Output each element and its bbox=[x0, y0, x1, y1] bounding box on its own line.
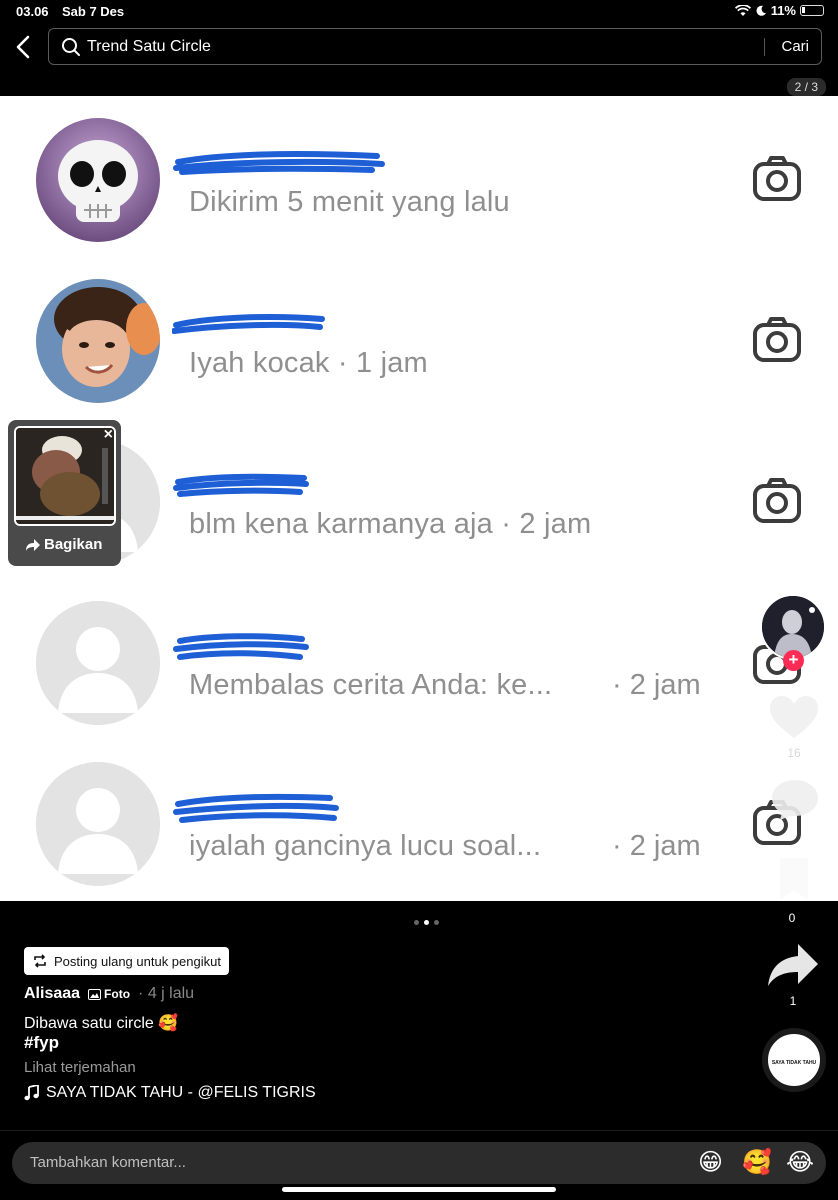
default-avatar bbox=[36, 601, 160, 725]
message-time: · 2 jam bbox=[612, 830, 701, 862]
search-divider bbox=[764, 38, 765, 56]
person-photo-avatar bbox=[36, 279, 160, 403]
music-title: SAYA TIDAK TAHU - @FELIS TIGRIS bbox=[46, 1084, 316, 1101]
username-scribble bbox=[173, 793, 339, 823]
share-label: Bagikan bbox=[44, 536, 103, 553]
bookmark-count: 0 bbox=[788, 911, 796, 925]
music-note-icon bbox=[24, 1085, 39, 1101]
video-thumbnail[interactable] bbox=[14, 426, 116, 526]
username-scribble bbox=[173, 151, 385, 175]
battery-percent: 11% bbox=[770, 3, 796, 18]
search-input[interactable]: Trend Satu Circle bbox=[87, 38, 211, 56]
message-row: iyalah gancinya lucu soal... · 2 jam bbox=[0, 740, 838, 901]
hashtag-link[interactable]: #fyp bbox=[24, 1033, 59, 1053]
status-indicators: 11% bbox=[734, 3, 824, 18]
carousel-dot-active bbox=[424, 920, 429, 925]
username-scribble bbox=[173, 473, 309, 497]
share-button[interactable]: Bagikan bbox=[26, 536, 102, 553]
photo-page-counter: 2 / 3 bbox=[786, 78, 826, 96]
post-photo[interactable]: Dikirim 5 menit yang lalu Iyah kocak · 1… bbox=[0, 96, 838, 901]
message-row: Dikirim 5 menit yang lalu bbox=[0, 96, 838, 257]
bookmark-icon[interactable] bbox=[776, 856, 812, 902]
message-row: Iyah kocak · 1 jam bbox=[0, 257, 838, 418]
repost-icon bbox=[34, 954, 46, 968]
camera-icon bbox=[753, 478, 801, 523]
username-scribble bbox=[172, 314, 325, 334]
author-row: Alisaaa Foto · 4 j lalu bbox=[24, 985, 194, 1003]
camera-icon bbox=[753, 156, 801, 201]
message-preview: iyalah gancinya lucu soal... bbox=[189, 830, 542, 862]
search-icon bbox=[62, 38, 80, 56]
photo-badge-label: Foto bbox=[104, 987, 131, 1001]
default-avatar bbox=[36, 762, 160, 886]
username-scribble bbox=[173, 633, 309, 660]
status-time: 03.06 bbox=[16, 4, 49, 19]
message-time: · 2 jam bbox=[612, 669, 701, 701]
message-row: blm kena karmanya aja · 2 jam bbox=[0, 418, 838, 579]
home-indicator bbox=[282, 1187, 556, 1192]
comment-bar[interactable]: Tambahkan komentar... 😁 🥰 😂 bbox=[12, 1142, 826, 1184]
smiling-hearts-emoji-button[interactable]: 🥰 bbox=[742, 1148, 772, 1177]
status-date: Sab 7 Des bbox=[62, 4, 125, 19]
heart-icon[interactable] bbox=[768, 694, 820, 740]
music-info[interactable]: SAYA TIDAK TAHU - @FELIS TIGRIS bbox=[24, 1084, 316, 1102]
post-caption: Dibawa satu circle 🥰 bbox=[24, 1015, 179, 1032]
back-icon[interactable] bbox=[12, 34, 36, 60]
message-preview: Iyah kocak · 1 jam bbox=[189, 347, 428, 379]
moon-icon bbox=[756, 5, 766, 16]
carousel-dot bbox=[434, 920, 439, 925]
music-disc[interactable]: SAYA TIDAK TAHU bbox=[762, 1028, 826, 1092]
comment-icon[interactable] bbox=[770, 776, 820, 820]
see-translation-link[interactable]: Lihat terjemahan bbox=[24, 1059, 136, 1076]
follow-plus-icon[interactable]: + bbox=[783, 650, 804, 671]
message-preview: Membalas cerita Anda: ke... bbox=[189, 669, 553, 701]
search-button[interactable]: Cari bbox=[781, 38, 809, 55]
like-count: 16 bbox=[787, 746, 801, 760]
share-arrow-icon bbox=[26, 538, 40, 551]
divider bbox=[0, 1130, 838, 1131]
message-preview: blm kena karmanya aja · 2 jam bbox=[189, 508, 592, 540]
battery-icon bbox=[800, 5, 824, 16]
share-popup[interactable]: × Bagikan bbox=[8, 420, 121, 566]
photo-badge: Foto bbox=[88, 987, 130, 1001]
image-icon bbox=[88, 988, 102, 1000]
carousel-dots bbox=[414, 920, 439, 925]
post-time: · 4 j lalu bbox=[138, 985, 195, 1002]
carousel-dot bbox=[414, 920, 419, 925]
search-bar[interactable]: Trend Satu Circle Cari bbox=[48, 28, 822, 65]
share-icon[interactable] bbox=[766, 942, 820, 988]
music-disc-label: SAYA TIDAK TAHU bbox=[771, 1060, 817, 1066]
close-icon[interactable]: × bbox=[104, 426, 113, 444]
message-row: Membalas cerita Anda: ke... · 2 jam bbox=[0, 579, 838, 740]
joy-emoji-button[interactable]: 😂 bbox=[786, 1148, 814, 1177]
repost-button[interactable]: Posting ulang untuk pengikut bbox=[24, 947, 229, 975]
camera-icon bbox=[753, 317, 801, 362]
grin-emoji-button[interactable]: 😁 bbox=[698, 1148, 723, 1177]
author-name[interactable]: Alisaaa bbox=[24, 985, 80, 1003]
skull-avatar bbox=[36, 118, 160, 242]
share-count: 1 bbox=[789, 994, 797, 1008]
status-bar: 03.06 Sab 7 Des 11% bbox=[0, 0, 838, 24]
message-preview: Dikirim 5 menit yang lalu bbox=[189, 186, 510, 218]
wifi-icon bbox=[734, 4, 751, 16]
repost-label: Posting ulang untuk pengikut bbox=[54, 953, 221, 969]
comment-input[interactable]: Tambahkan komentar... bbox=[30, 1154, 186, 1171]
